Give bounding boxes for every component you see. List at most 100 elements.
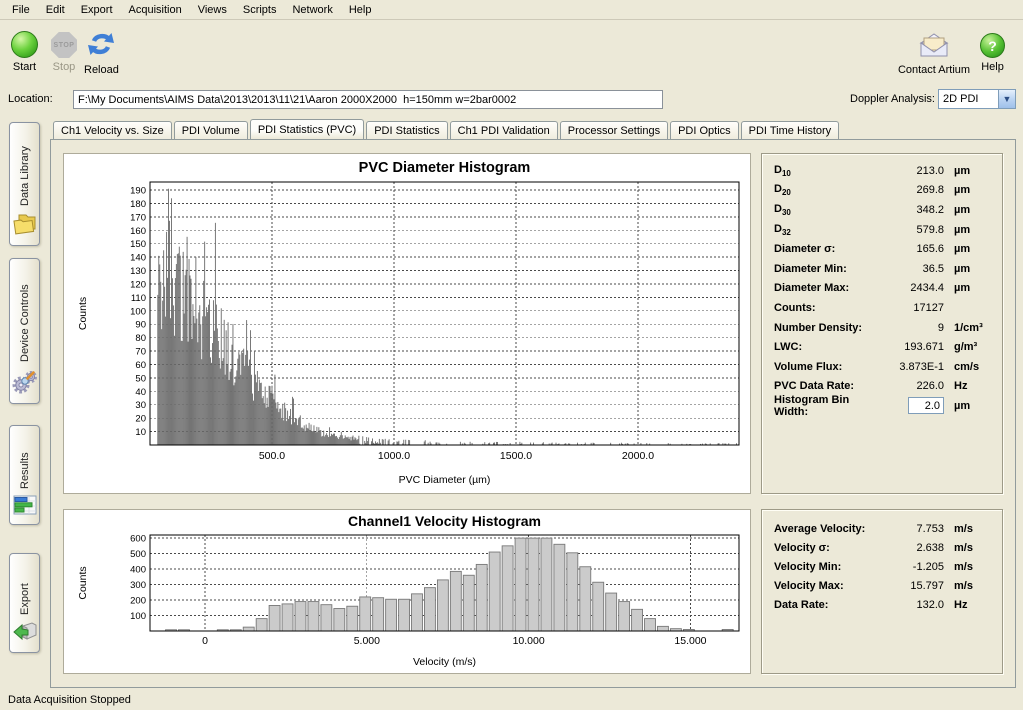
stat-label: PVC Data Rate:: [774, 380, 882, 392]
tab-page: 1020304050607080901001101201301401501601…: [50, 139, 1016, 688]
reload-label: Reload: [84, 64, 119, 76]
stat-label: Diameter σ:: [774, 243, 882, 255]
start-icon: [11, 31, 38, 58]
velocity-stats-rows: Average Velocity:7.753m/sVelocity σ:2.63…: [774, 519, 990, 614]
svg-text:60: 60: [135, 360, 146, 371]
contact-artium-button[interactable]: Contact Artium: [898, 33, 970, 76]
stat-unit: µm: [944, 243, 990, 255]
sidebar-item-export[interactable]: Export: [9, 553, 40, 653]
tab-pdi-statistics[interactable]: PDI Statistics: [366, 121, 447, 139]
svg-text:170: 170: [130, 212, 146, 223]
menu-file[interactable]: File: [4, 2, 38, 18]
stat-unit: µm: [944, 224, 990, 236]
svg-text:Counts: Counts: [77, 297, 89, 330]
svg-text:80: 80: [135, 333, 146, 344]
stat-value: 17127: [882, 302, 944, 314]
app-window: { "menu": { "items": ["File","Edit","Exp…: [0, 0, 1023, 710]
tab-pdi-optics[interactable]: PDI Optics: [670, 121, 739, 139]
stat-value: 132.0: [882, 599, 944, 611]
reload-button[interactable]: Reload: [84, 30, 119, 76]
stat-label: Average Velocity:: [774, 523, 882, 535]
menu-help[interactable]: Help: [341, 2, 380, 18]
menu-network[interactable]: Network: [284, 2, 340, 18]
stat-unit: Hz: [944, 380, 990, 392]
stop-icon: STOP: [51, 32, 77, 58]
start-label: Start: [13, 61, 36, 73]
sidebar-label: Data Library: [19, 131, 31, 206]
stop-button[interactable]: STOP Stop: [51, 32, 77, 73]
location-row: Location: Doppler Analysis: 2D PDI ▼: [0, 88, 1023, 114]
help-icon: ?: [980, 33, 1005, 58]
stat-value: -1.205: [882, 561, 944, 573]
start-button[interactable]: Start: [11, 31, 38, 73]
stat-value: 9: [882, 322, 944, 334]
sidebar-item-data-library[interactable]: Data Library: [9, 122, 40, 246]
menu-scripts[interactable]: Scripts: [235, 2, 285, 18]
svg-text:200: 200: [130, 596, 146, 607]
tab-pdi-time-history[interactable]: PDI Time History: [741, 121, 840, 139]
stat-value: 193.671: [882, 341, 944, 353]
svg-text:2000.0: 2000.0: [622, 450, 654, 462]
svg-text:90: 90: [135, 320, 146, 331]
tab-processor-settings[interactable]: Processor Settings: [560, 121, 668, 139]
stat-label: Velocity Min:: [774, 561, 882, 573]
stat-value: 3.873E-1: [882, 361, 944, 373]
svg-text:PVC Diameter Histogram: PVC Diameter Histogram: [359, 160, 531, 176]
stat-label: Diameter Min:: [774, 263, 882, 275]
stat-unit: µm: [944, 263, 990, 275]
stop-label: Stop: [53, 61, 76, 73]
stat-row: Data Rate:132.0Hz: [774, 595, 990, 614]
svg-text:1500.0: 1500.0: [500, 450, 532, 462]
tab-ch1-velocity-vs-size[interactable]: Ch1 Velocity vs. Size: [53, 121, 172, 139]
sidebar-label: Export: [19, 562, 31, 615]
stat-value: 348.2: [882, 204, 944, 216]
stat-row: Counts:17127: [774, 298, 990, 318]
stat-unit: µm: [944, 282, 990, 294]
svg-text:100: 100: [130, 306, 146, 317]
svg-text:120: 120: [130, 279, 146, 290]
stat-row: Diameter Min:36.5µm: [774, 259, 990, 279]
svg-text:70: 70: [135, 347, 146, 358]
menu-views[interactable]: Views: [190, 2, 235, 18]
stat-value: 2434.4: [882, 282, 944, 294]
svg-text:0: 0: [202, 635, 208, 647]
doppler-analysis-select[interactable]: 2D PDI ▼: [938, 89, 1016, 109]
stat-unit: cm/s: [944, 361, 990, 373]
sidebar-item-device-controls[interactable]: Device Controls: [9, 258, 40, 404]
stat-value: 7.753: [882, 523, 944, 535]
svg-text:30: 30: [135, 400, 146, 411]
tab-pdi-statistics-pvc[interactable]: PDI Statistics (PVC): [250, 119, 364, 139]
svg-text:100: 100: [130, 611, 146, 622]
histogram-bin-width-input[interactable]: [908, 397, 944, 414]
svg-text:600: 600: [130, 534, 146, 545]
svg-text:190: 190: [130, 186, 146, 197]
histogram-bin-width-row: Histogram Bin Width: µm: [774, 396, 990, 416]
gears-icon: [12, 368, 38, 397]
histogram-bin-width-label: Histogram Bin Width:: [774, 394, 882, 418]
tab-pdi-volume[interactable]: PDI Volume: [174, 121, 248, 139]
menu-acquisition[interactable]: Acquisition: [121, 2, 190, 18]
menu-edit[interactable]: Edit: [38, 2, 73, 18]
tab-ch1-pdi-validation[interactable]: Ch1 PDI Validation: [450, 121, 558, 139]
envelope-icon: [918, 33, 950, 61]
stat-row: D32579.8µm: [774, 220, 990, 240]
bar-chart-icon: [13, 495, 37, 518]
stat-row: Diameter σ:165.6µm: [774, 239, 990, 259]
help-button[interactable]: ? Help: [980, 33, 1005, 73]
stat-label: D30: [774, 203, 882, 217]
svg-text:Counts: Counts: [77, 566, 89, 599]
svg-text:10.000: 10.000: [513, 635, 545, 647]
sidebar: Data Library Device Controls: [0, 115, 50, 690]
menu-export[interactable]: Export: [73, 2, 121, 18]
stat-row: Diameter Max:2434.4µm: [774, 279, 990, 299]
svg-text:110: 110: [131, 293, 146, 304]
svg-text:Velocity (m/s): Velocity (m/s): [413, 656, 476, 668]
svg-text:40: 40: [135, 387, 146, 398]
svg-text:500.0: 500.0: [259, 450, 285, 462]
sidebar-item-results[interactable]: Results: [9, 425, 40, 525]
toolbar: Start STOP Stop Reload: [0, 21, 1023, 87]
stat-row: Number Density:91/cm³: [774, 318, 990, 338]
location-field[interactable]: [73, 90, 663, 109]
stat-label: Counts:: [774, 302, 882, 314]
svg-text:20: 20: [135, 414, 146, 425]
